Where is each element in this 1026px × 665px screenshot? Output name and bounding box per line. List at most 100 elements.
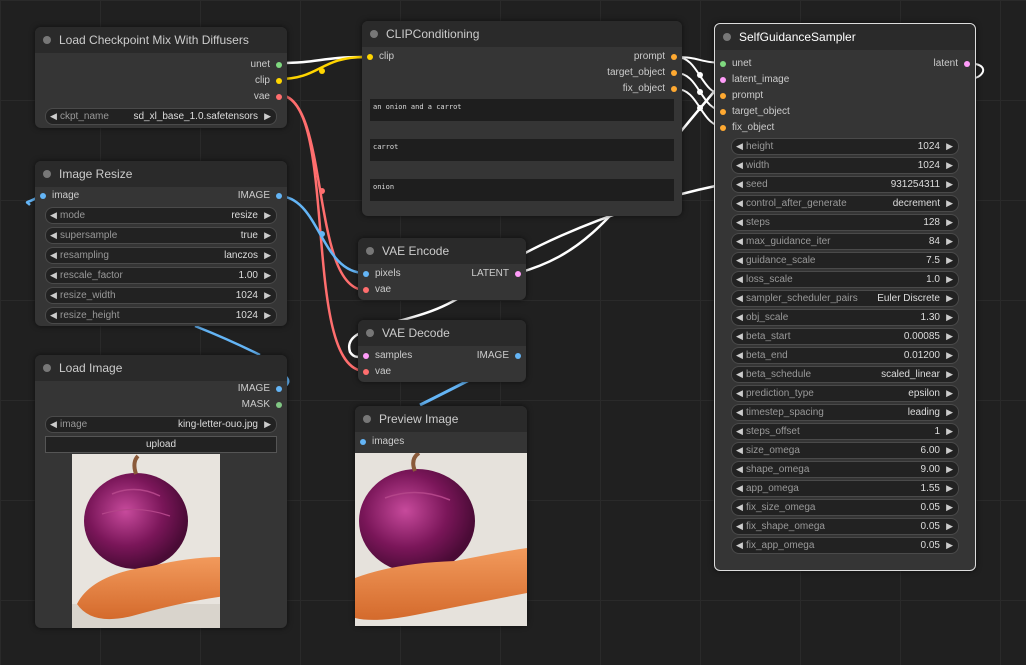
collapse-dot-icon[interactable] <box>43 364 51 372</box>
arrow-left-icon[interactable]: ◀ <box>736 253 743 268</box>
widget-app-omega[interactable]: ◀ app_omega 1.55 ▶ <box>731 480 959 497</box>
widget-image[interactable]: ◀ image king-letter-ouo.jpg ▶ <box>45 416 277 433</box>
arrow-left-icon[interactable]: ◀ <box>736 234 743 249</box>
arrow-left-icon[interactable]: ◀ <box>736 538 743 553</box>
arrow-left-icon[interactable]: ◀ <box>736 196 743 211</box>
collapse-dot-icon[interactable] <box>43 170 51 178</box>
input-slot-prompt[interactable]: prompt <box>715 88 975 104</box>
output-slot-latent[interactable]: LATENT <box>471 266 521 282</box>
arrow-right-icon[interactable]: ▶ <box>946 424 953 439</box>
arrow-left-icon[interactable]: ◀ <box>736 329 743 344</box>
arrow-left-icon[interactable]: ◀ <box>50 208 57 223</box>
widget-beta-end[interactable]: ◀ beta_end 0.01200 ▶ <box>731 347 959 364</box>
node-title-bar[interactable]: VAE Encode <box>358 238 526 264</box>
slot-dot-icon[interactable] <box>276 94 282 100</box>
slot-dot-icon[interactable] <box>276 78 282 84</box>
arrow-left-icon[interactable]: ◀ <box>50 228 57 243</box>
arrow-right-icon[interactable]: ▶ <box>946 519 953 534</box>
arrow-right-icon[interactable]: ▶ <box>946 158 953 173</box>
arrow-right-icon[interactable]: ▶ <box>264 417 271 432</box>
arrow-right-icon[interactable]: ▶ <box>264 288 271 303</box>
arrow-left-icon[interactable]: ◀ <box>736 291 743 306</box>
slot-dot-icon[interactable] <box>720 61 726 67</box>
input-slot-vae[interactable]: vae <box>358 364 526 380</box>
node-load-image[interactable]: Load Image IMAGE MASK ◀ image king-letter-… <box>35 355 287 628</box>
slot-dot-icon[interactable] <box>276 402 282 408</box>
arrow-right-icon[interactable]: ▶ <box>946 538 953 553</box>
node-image-resize[interactable]: Image Resize image IMAGE ◀ mode resize ▶ ◀ su… <box>35 161 287 326</box>
arrow-left-icon[interactable]: ◀ <box>736 443 743 458</box>
collapse-dot-icon[interactable] <box>370 30 378 38</box>
arrow-left-icon[interactable]: ◀ <box>50 268 57 283</box>
input-slot-image[interactable]: image <box>40 188 79 204</box>
arrow-left-icon[interactable]: ◀ <box>736 367 743 382</box>
node-vae-decode[interactable]: VAE Decode samples IMAGE vae <box>358 320 526 382</box>
arrow-left-icon[interactable]: ◀ <box>736 272 743 287</box>
slot-dot-icon[interactable] <box>964 61 970 67</box>
slot-dot-icon[interactable] <box>671 54 677 60</box>
arrow-left-icon[interactable]: ◀ <box>736 310 743 325</box>
node-title-bar[interactable]: VAE Decode <box>358 320 526 346</box>
arrow-right-icon[interactable]: ▶ <box>946 177 953 192</box>
arrow-right-icon[interactable]: ▶ <box>946 215 953 230</box>
arrow-left-icon[interactable]: ◀ <box>736 139 743 154</box>
slot-dot-icon[interactable] <box>367 54 373 60</box>
arrow-left-icon[interactable]: ◀ <box>736 215 743 230</box>
widget-steps[interactable]: ◀ steps 128 ▶ <box>731 214 959 231</box>
slot-dot-icon[interactable] <box>363 369 369 375</box>
arrow-right-icon[interactable]: ▶ <box>264 308 271 323</box>
widget-max-guidance-iter[interactable]: ◀ max_guidance_iter 84 ▶ <box>731 233 959 250</box>
output-slot-image[interactable]: IMAGE <box>35 381 287 397</box>
output-slot-unet[interactable]: unet <box>35 57 287 73</box>
input-slot-target-object[interactable]: target_object <box>715 104 975 120</box>
widget-loss-scale[interactable]: ◀ loss_scale 1.0 ▶ <box>731 271 959 288</box>
node-title-bar[interactable]: Preview Image <box>355 406 527 432</box>
arrow-right-icon[interactable]: ▶ <box>264 268 271 283</box>
collapse-dot-icon[interactable] <box>366 247 374 255</box>
widget-mode[interactable]: ◀ mode resize ▶ <box>45 207 277 224</box>
upload-button[interactable]: upload <box>45 436 277 453</box>
node-title-bar[interactable]: SelfGuidanceSampler <box>715 24 975 50</box>
widget-rescale-factor[interactable]: ◀ rescale_factor 1.00 ▶ <box>45 267 277 284</box>
widget-fix-shape-omega[interactable]: ◀ fix_shape_omega 0.05 ▶ <box>731 518 959 535</box>
widget-fix-app-omega[interactable]: ◀ fix_app_omega 0.05 ▶ <box>731 537 959 554</box>
node-title-bar[interactable]: Image Resize <box>35 161 287 187</box>
widget-ckpt-name[interactable]: ◀ ckpt_name sd_xl_base_1.0.safetensors ▶ <box>45 108 277 125</box>
slot-dot-icon[interactable] <box>276 386 282 392</box>
widget-prediction-type[interactable]: ◀ prediction_type epsilon ▶ <box>731 385 959 402</box>
arrow-right-icon[interactable]: ▶ <box>946 253 953 268</box>
arrow-right-icon[interactable]: ▶ <box>946 291 953 306</box>
node-load-checkpoint[interactable]: Load Checkpoint Mix With Diffusers unet … <box>35 27 287 128</box>
slot-dot-icon[interactable] <box>276 193 282 199</box>
input-slot-images[interactable]: images <box>355 434 527 450</box>
slot-dot-icon[interactable] <box>363 287 369 293</box>
input-slot-vae[interactable]: vae <box>358 282 526 298</box>
slot-dot-icon[interactable] <box>720 125 726 131</box>
collapse-dot-icon[interactable] <box>723 33 731 41</box>
collapse-dot-icon[interactable] <box>363 415 371 423</box>
slot-dot-icon[interactable] <box>671 70 677 76</box>
output-slot-mask[interactable]: MASK <box>35 397 287 413</box>
collapse-dot-icon[interactable] <box>43 36 51 44</box>
arrow-left-icon[interactable]: ◀ <box>736 386 743 401</box>
arrow-right-icon[interactable]: ▶ <box>946 310 953 325</box>
prompt-textarea[interactable]: an onion and a carrot <box>370 99 674 121</box>
slot-dot-icon[interactable] <box>515 353 521 359</box>
node-title-bar[interactable]: CLIPConditioning <box>362 21 682 47</box>
widget-shape-omega[interactable]: ◀ shape_omega 9.00 ▶ <box>731 461 959 478</box>
arrow-right-icon[interactable]: ▶ <box>946 272 953 287</box>
widget-beta-schedule[interactable]: ◀ beta_schedule scaled_linear ▶ <box>731 366 959 383</box>
slot-dot-icon[interactable] <box>671 86 677 92</box>
slot-dot-icon[interactable] <box>363 271 369 277</box>
arrow-right-icon[interactable]: ▶ <box>946 234 953 249</box>
arrow-right-icon[interactable]: ▶ <box>946 443 953 458</box>
arrow-left-icon[interactable]: ◀ <box>50 109 57 124</box>
slot-dot-icon[interactable] <box>40 193 46 199</box>
output-slot-image[interactable]: IMAGE <box>238 188 282 204</box>
arrow-right-icon[interactable]: ▶ <box>946 405 953 420</box>
arrow-right-icon[interactable]: ▶ <box>946 196 953 211</box>
output-slot-image[interactable]: IMAGE <box>477 348 521 364</box>
node-title-bar[interactable]: Load Image <box>35 355 287 381</box>
arrow-right-icon[interactable]: ▶ <box>264 248 271 263</box>
arrow-right-icon[interactable]: ▶ <box>264 109 271 124</box>
